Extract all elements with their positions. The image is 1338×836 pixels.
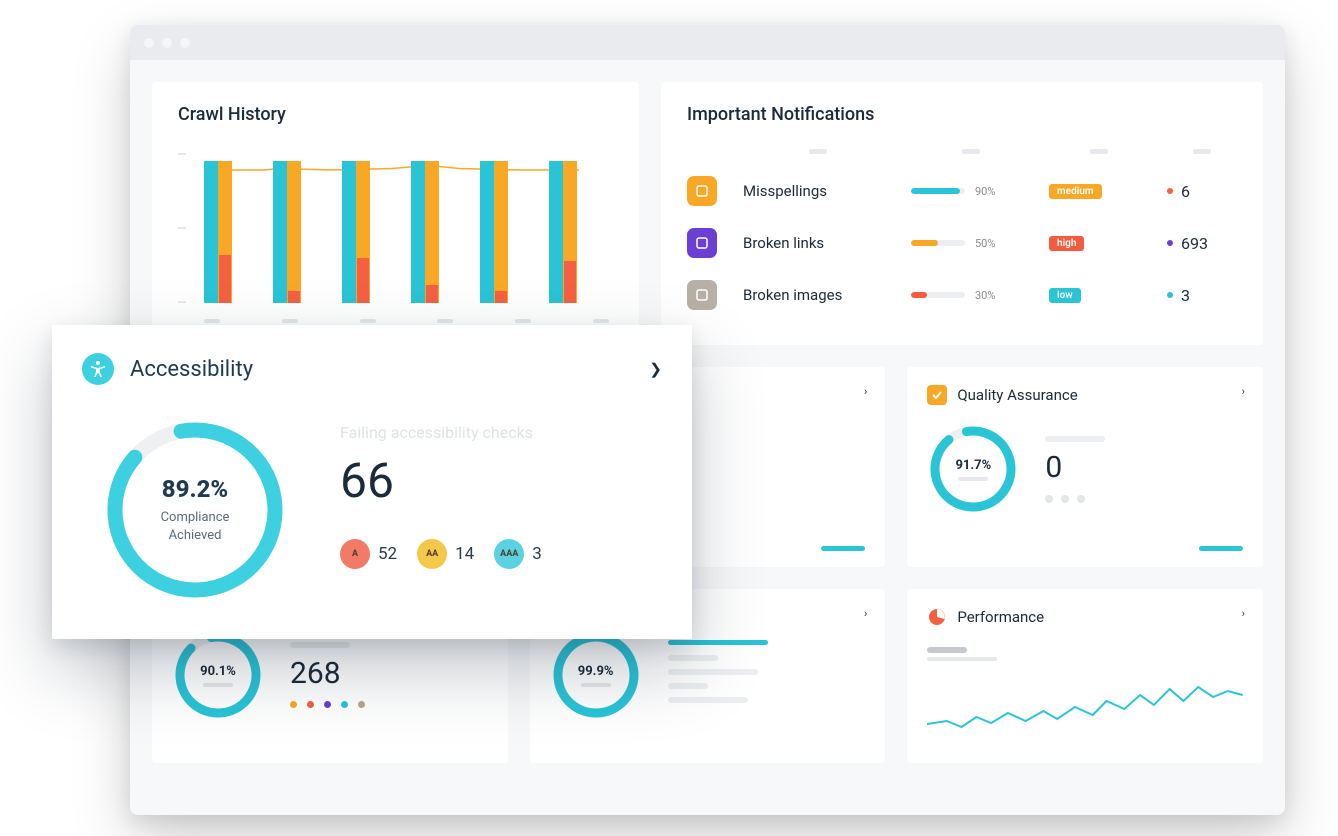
notification-progress: 30% xyxy=(911,289,1031,302)
failing-checks-label: Failing accessibility checks xyxy=(340,423,542,442)
wcag-count: 3 xyxy=(532,544,542,564)
performance-card: Performance › xyxy=(907,589,1263,763)
chart-y-ticks xyxy=(178,153,194,303)
bar-group xyxy=(549,153,609,303)
wcag-count: 52 xyxy=(378,544,397,564)
accessibility-pct: 89.2% xyxy=(162,475,228,503)
notification-count: 6 xyxy=(1167,182,1237,201)
wcag-count: 14 xyxy=(455,544,474,564)
notification-label: Broken links xyxy=(743,234,893,252)
chevron-right-icon[interactable]: › xyxy=(1242,385,1245,398)
wcag-badge: AAA xyxy=(494,539,524,569)
qa-value: 0 xyxy=(1045,450,1243,485)
bar-group xyxy=(342,153,402,303)
notification-progress: 90% xyxy=(911,185,1031,198)
notification-icon xyxy=(687,228,717,258)
wcag-level: AAA 3 xyxy=(494,539,542,569)
accent-strip xyxy=(1199,546,1243,551)
accessibility-ring: 89.2% ComplianceAchieved xyxy=(100,415,290,605)
crawl-history-chart xyxy=(178,153,613,323)
bottom-mid-ring: 99.9% xyxy=(550,629,642,721)
notifications-title: Important Notifications xyxy=(687,104,1237,125)
accent-strip xyxy=(821,546,865,551)
bar-group xyxy=(273,153,333,303)
window-dot xyxy=(162,38,172,48)
severity-badge: high xyxy=(1049,236,1084,251)
bottom-left-ring: 90.1% xyxy=(172,629,264,721)
failing-checks-count: 66 xyxy=(340,452,542,509)
wcag-level: AA 14 xyxy=(417,539,474,569)
legend-dots xyxy=(290,701,365,708)
bottom-left-pct: 90.1% xyxy=(200,664,236,679)
chevron-right-icon[interactable]: › xyxy=(864,607,867,620)
notification-row[interactable]: Broken links 50% high 693 xyxy=(687,228,1237,258)
bar-group xyxy=(411,153,471,303)
severity-badge: medium xyxy=(1049,184,1102,199)
performance-title: Performance xyxy=(957,608,1044,626)
severity-badge: low xyxy=(1049,288,1081,303)
accessibility-title: Accessibility xyxy=(130,357,253,382)
notification-icon xyxy=(687,176,717,206)
notification-count: 693 xyxy=(1167,234,1237,253)
wcag-level: A 52 xyxy=(340,539,397,569)
window-dot xyxy=(144,38,154,48)
chevron-right-icon[interactable]: › xyxy=(864,385,867,398)
wcag-badge: AA xyxy=(417,539,447,569)
crawl-history-card: Crawl History xyxy=(152,82,639,345)
crawl-history-title: Crawl History xyxy=(178,104,613,125)
notification-label: Misspellings xyxy=(743,182,893,200)
qa-ring: 91.7% xyxy=(927,423,1019,515)
checkbox-icon xyxy=(927,385,947,405)
chevron-right-icon[interactable]: ❯ xyxy=(649,360,662,378)
accessibility-icon xyxy=(82,353,114,385)
accessibility-card: Accessibility ❯ 89.2% ComplianceAchieved… xyxy=(52,325,692,639)
window-dot xyxy=(180,38,190,48)
qa-pct: 91.7% xyxy=(955,458,991,473)
notification-label: Broken images xyxy=(743,286,893,304)
performance-chart xyxy=(927,647,1243,743)
notification-progress: 50% xyxy=(911,237,1031,250)
notifications-header xyxy=(687,149,1237,154)
notifications-card: Important Notifications Misspellings 90%… xyxy=(661,82,1263,345)
quality-assurance-card: Quality Assurance › 91.7% xyxy=(907,367,1263,567)
bar-group xyxy=(204,153,264,303)
notification-count: 3 xyxy=(1167,286,1237,305)
notification-row[interactable]: Misspellings 90% medium 6 xyxy=(687,176,1237,206)
bar-group xyxy=(480,153,540,303)
window-titlebar xyxy=(130,25,1285,60)
notification-icon xyxy=(687,280,717,310)
notification-row[interactable]: Broken images 30% low 3 xyxy=(687,280,1237,310)
bottom-mid-pct: 99.9% xyxy=(578,664,614,679)
pie-icon xyxy=(927,607,947,627)
chevron-right-icon[interactable]: › xyxy=(1242,607,1245,620)
bottom-left-value: 268 xyxy=(290,656,365,691)
accessibility-subtitle: ComplianceAchieved xyxy=(161,509,230,544)
qa-title: Quality Assurance xyxy=(957,386,1077,404)
pager-dots[interactable] xyxy=(1045,495,1243,503)
wcag-badge: A xyxy=(340,539,370,569)
